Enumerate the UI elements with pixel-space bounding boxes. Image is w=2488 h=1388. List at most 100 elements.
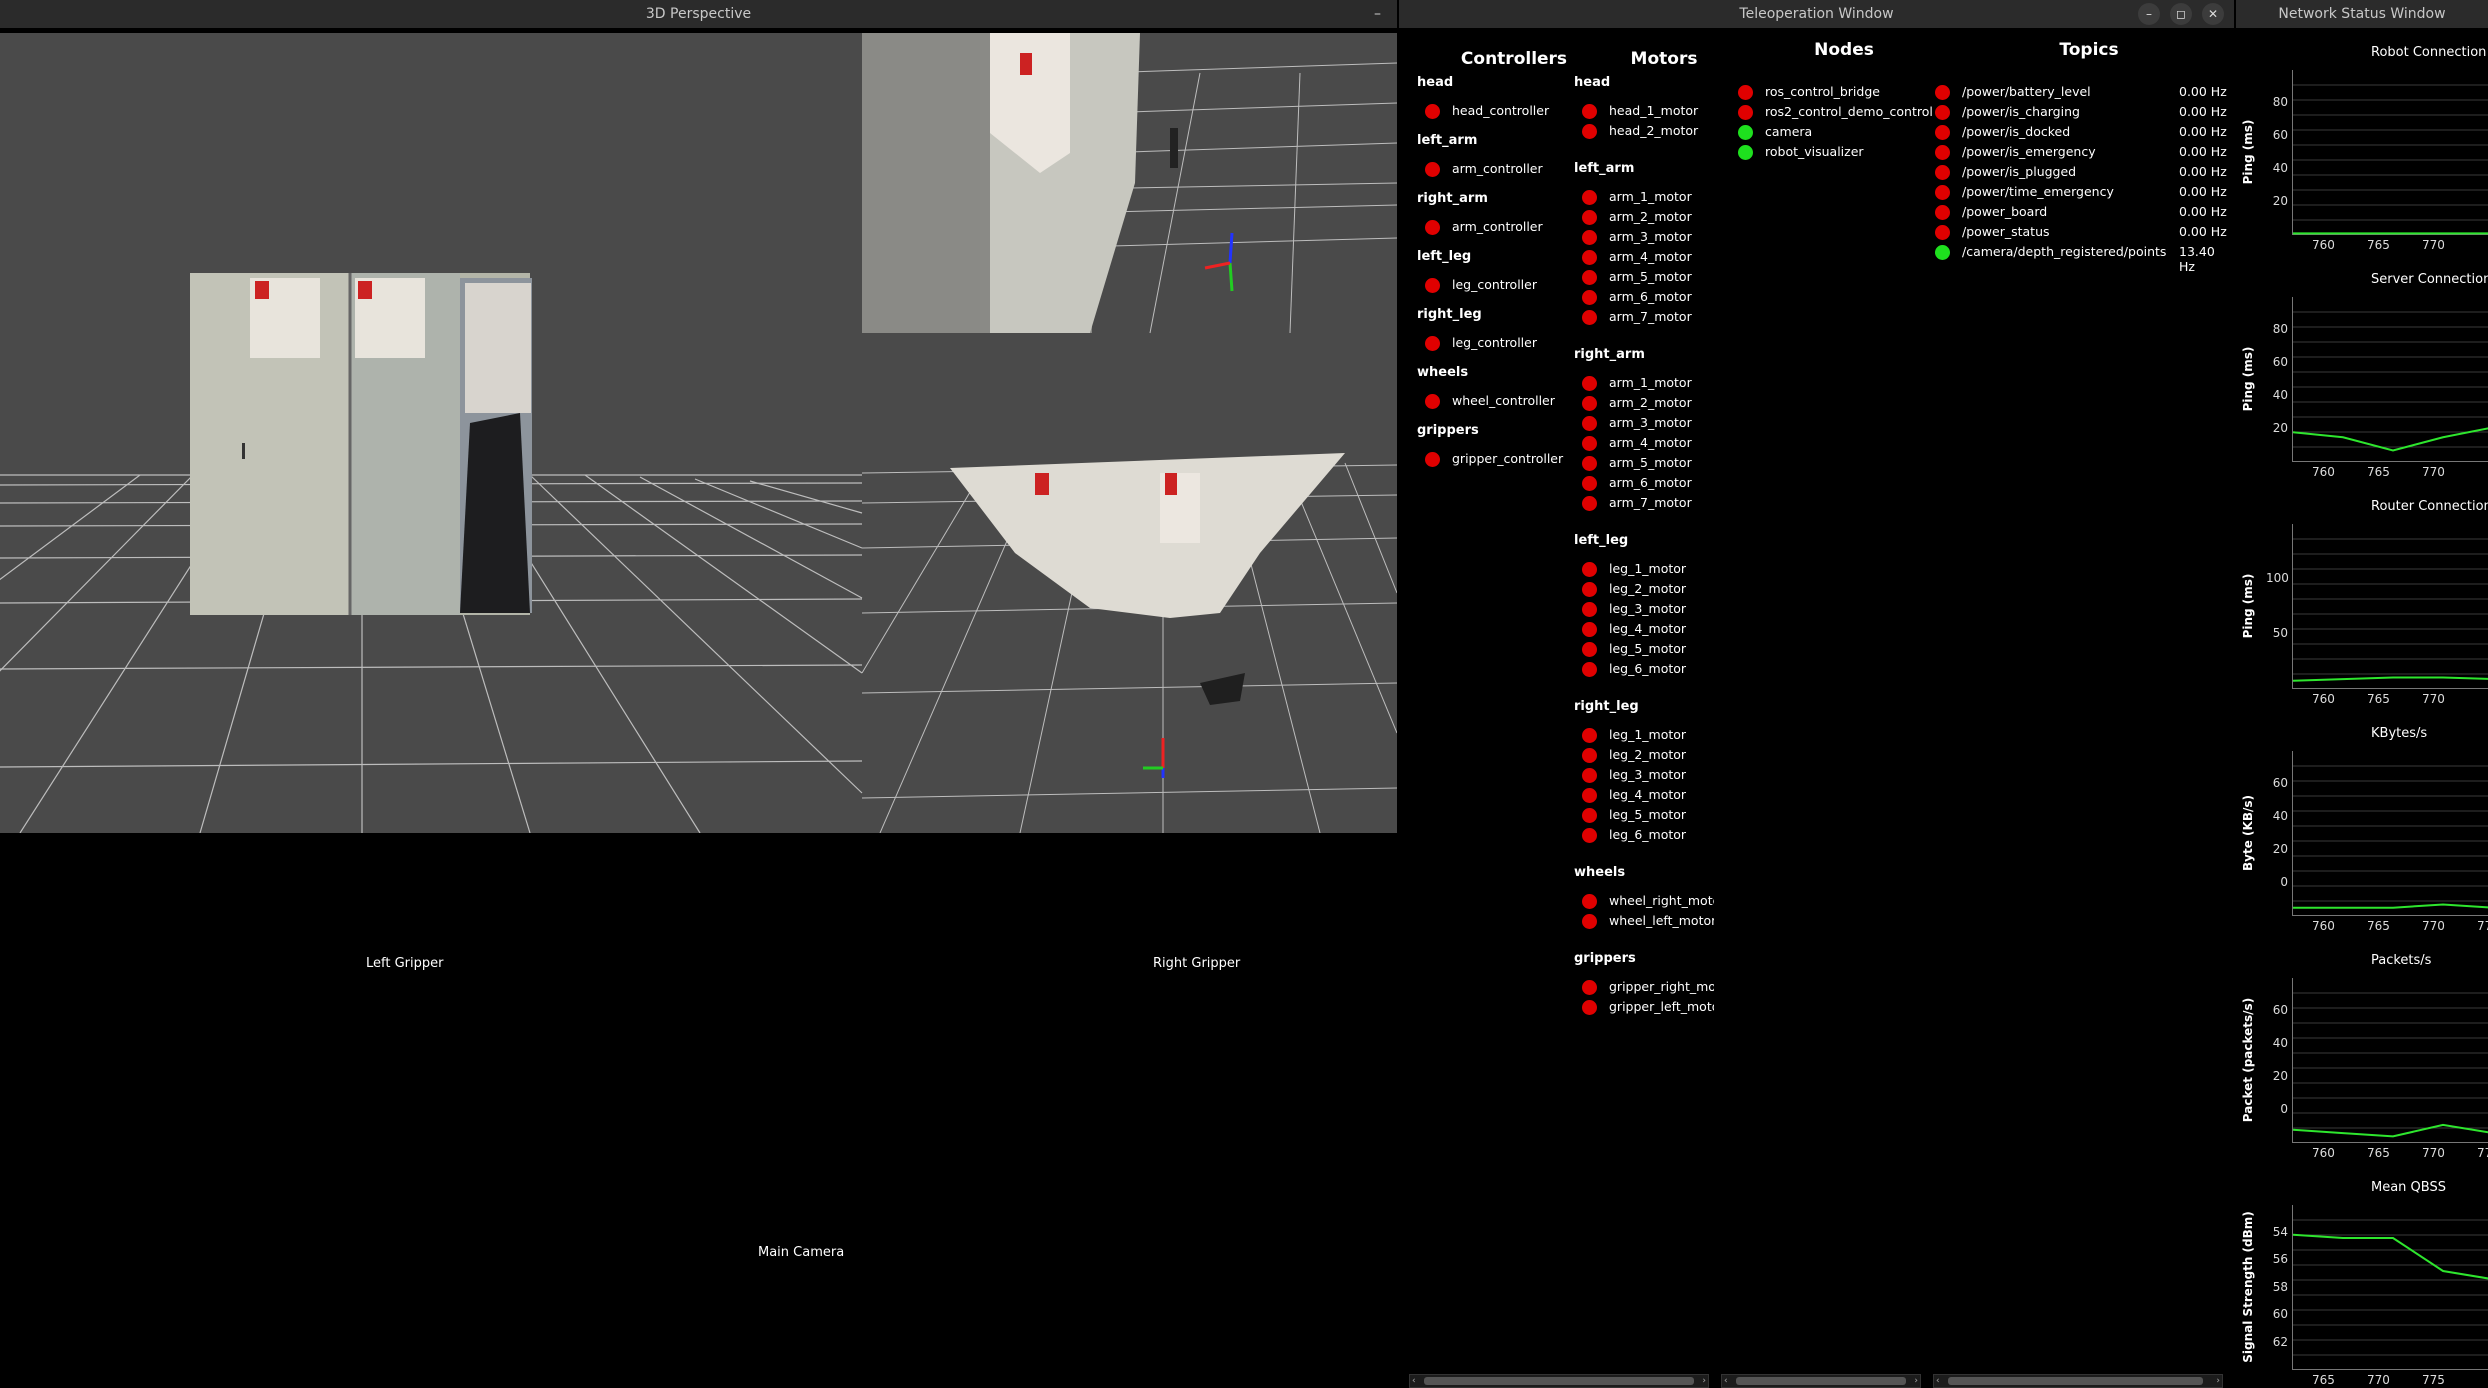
node-item[interactable]: ros2_control_demo_control — [1738, 104, 1934, 120]
topic-item[interactable]: /power/time_emergency — [1935, 184, 2175, 200]
motor-item[interactable]: arm_5_motor — [1582, 269, 1714, 285]
scroll-right-icon[interactable]: › — [1702, 1375, 1706, 1387]
motor-label: head_2_motor — [1609, 123, 1699, 138]
topics-scrollbar[interactable]: ‹ › — [1933, 1374, 2223, 1388]
motor-item[interactable]: arm_1_motor — [1582, 375, 1714, 391]
motor-item[interactable]: arm_2_motor — [1582, 395, 1714, 411]
controller-item[interactable]: head_controller — [1425, 103, 1590, 119]
x-tick-label: 765 — [2312, 1373, 2335, 1387]
status-indicator-icon — [1582, 622, 1597, 637]
topic-rate: 0.00 Hz — [2179, 84, 2227, 99]
motor-item[interactable]: leg_2_motor — [1582, 747, 1714, 763]
motor-item[interactable]: wheel_right_motor — [1582, 893, 1714, 909]
status-indicator-icon — [1582, 230, 1597, 245]
status-indicator-icon — [1582, 728, 1597, 743]
motor-label: arm_5_motor — [1609, 269, 1692, 284]
motor-label: arm_1_motor — [1609, 375, 1692, 390]
topic-item[interactable]: /power/is_plugged — [1935, 164, 2175, 180]
motor-label: arm_7_motor — [1609, 309, 1692, 324]
motor-item[interactable]: arm_3_motor — [1582, 229, 1714, 245]
motor-item[interactable]: arm_4_motor — [1582, 249, 1714, 265]
motor-item[interactable]: leg_1_motor — [1582, 727, 1714, 743]
motor-item[interactable]: gripper_left_motor — [1582, 999, 1714, 1015]
motor-item[interactable]: leg_4_motor — [1582, 621, 1714, 637]
controllers-scrollbar[interactable]: ‹ › — [1409, 1374, 1709, 1388]
motor-item[interactable]: arm_6_motor — [1582, 475, 1714, 491]
x-tick-label: 770 — [2422, 1146, 2445, 1160]
node-item[interactable]: ros_control_bridge — [1738, 84, 1934, 100]
motor-item[interactable]: gripper_right_motor — [1582, 979, 1714, 995]
scroll-left-icon[interactable]: ‹ — [1412, 1375, 1416, 1387]
motor-item[interactable]: arm_5_motor — [1582, 455, 1714, 471]
motor-item[interactable]: arm_7_motor — [1582, 495, 1714, 511]
network-titlebar[interactable]: Network Status Window — [2236, 0, 2488, 28]
scrollbar-thumb[interactable] — [1424, 1377, 1694, 1385]
y-tick-label: 62 — [2272, 1334, 2288, 1349]
motor-item[interactable]: leg_3_motor — [1582, 767, 1714, 783]
wall-point-cloud — [190, 273, 532, 615]
node-label: ros_control_bridge — [1765, 84, 1880, 99]
motor-item[interactable]: head_1_motor — [1582, 103, 1714, 119]
scroll-left-icon[interactable]: ‹ — [1936, 1375, 1940, 1387]
3d-perspective-window: 3D Perspective – Left Gripper Right Grip… — [0, 0, 1397, 1388]
chart-series-line — [2293, 903, 2488, 909]
controller-item[interactable]: leg_controller — [1425, 277, 1590, 293]
motor-item[interactable]: leg_5_motor — [1582, 641, 1714, 657]
motor-item[interactable]: head_2_motor — [1582, 123, 1714, 139]
motor-item[interactable]: leg_1_motor — [1582, 561, 1714, 577]
topic-item[interactable]: /power/is_emergency — [1935, 144, 2175, 160]
teleop-titlebar[interactable]: Teleoperation Window – ◻ ✕ — [1399, 0, 2234, 28]
motor-label: arm_3_motor — [1609, 415, 1692, 430]
topic-item[interactable]: /power_board — [1935, 204, 2175, 220]
controller-item[interactable]: leg_controller — [1425, 335, 1590, 351]
topic-rate: 0.00 Hz — [2179, 144, 2227, 159]
3d-window-titlebar[interactable]: 3D Perspective – — [0, 0, 1397, 28]
motor-item[interactable]: wheel_left_motor — [1582, 913, 1714, 929]
scroll-left-icon[interactable]: ‹ — [1724, 1375, 1728, 1387]
status-indicator-icon — [1935, 185, 1950, 200]
maximize-button[interactable]: ◻ — [2170, 3, 2192, 25]
controller-item[interactable]: gripper_controller — [1425, 451, 1590, 467]
motor-item[interactable]: leg_6_motor — [1582, 661, 1714, 677]
motor-item[interactable]: arm_4_motor — [1582, 435, 1714, 451]
scroll-right-icon[interactable]: › — [1914, 1375, 1918, 1387]
motor-item[interactable]: arm_2_motor — [1582, 209, 1714, 225]
scrollbar-thumb[interactable] — [1948, 1377, 2203, 1385]
close-button[interactable]: ✕ — [2202, 3, 2224, 25]
x-tick-label: 765 — [2367, 238, 2390, 252]
motor-item[interactable]: leg_5_motor — [1582, 807, 1714, 823]
node-label: robot_visualizer — [1765, 144, 1864, 159]
topic-item[interactable]: /power_status — [1935, 224, 2175, 240]
motors-scrollbar[interactable]: ‹ › — [1721, 1374, 1921, 1388]
motor-item[interactable]: leg_2_motor — [1582, 581, 1714, 597]
motor-item[interactable]: leg_4_motor — [1582, 787, 1714, 803]
motor-item[interactable]: arm_1_motor — [1582, 189, 1714, 205]
x-tick-label: 775 — [2477, 919, 2488, 933]
motor-item[interactable]: arm_7_motor — [1582, 309, 1714, 325]
topic-item[interactable]: /camera/depth_registered/points — [1935, 244, 2175, 260]
controller-label: arm_controller — [1452, 219, 1543, 234]
controller-item[interactable]: arm_controller — [1425, 161, 1590, 177]
node-item[interactable]: robot_visualizer — [1738, 144, 1934, 160]
topic-item[interactable]: /power/battery_level — [1935, 84, 2175, 100]
minimize-button[interactable]: – — [2138, 3, 2160, 25]
controller-item[interactable]: arm_controller — [1425, 219, 1590, 235]
topic-item[interactable]: /power/is_docked — [1935, 124, 2175, 140]
status-indicator-icon — [1582, 476, 1597, 491]
controller-item[interactable]: wheel_controller — [1425, 393, 1590, 409]
topic-item[interactable]: /power/is_charging — [1935, 104, 2175, 120]
status-indicator-icon — [1425, 162, 1440, 177]
topic-rate: 0.00 Hz — [2179, 124, 2227, 139]
3d-viewport[interactable] — [0, 33, 1397, 833]
minimize-button[interactable]: – — [1374, 0, 1381, 28]
status-indicator-icon — [1935, 205, 1950, 220]
status-indicator-icon — [1582, 582, 1597, 597]
scrollbar-thumb[interactable] — [1736, 1377, 1906, 1385]
motor-item[interactable]: leg_6_motor — [1582, 827, 1714, 843]
motor-item[interactable]: arm_3_motor — [1582, 415, 1714, 431]
scroll-right-icon[interactable]: › — [2216, 1375, 2220, 1387]
node-item[interactable]: camera — [1738, 124, 1934, 140]
motor-item[interactable]: leg_3_motor — [1582, 601, 1714, 617]
point-cloud-scene — [0, 33, 1397, 833]
motor-item[interactable]: arm_6_motor — [1582, 289, 1714, 305]
